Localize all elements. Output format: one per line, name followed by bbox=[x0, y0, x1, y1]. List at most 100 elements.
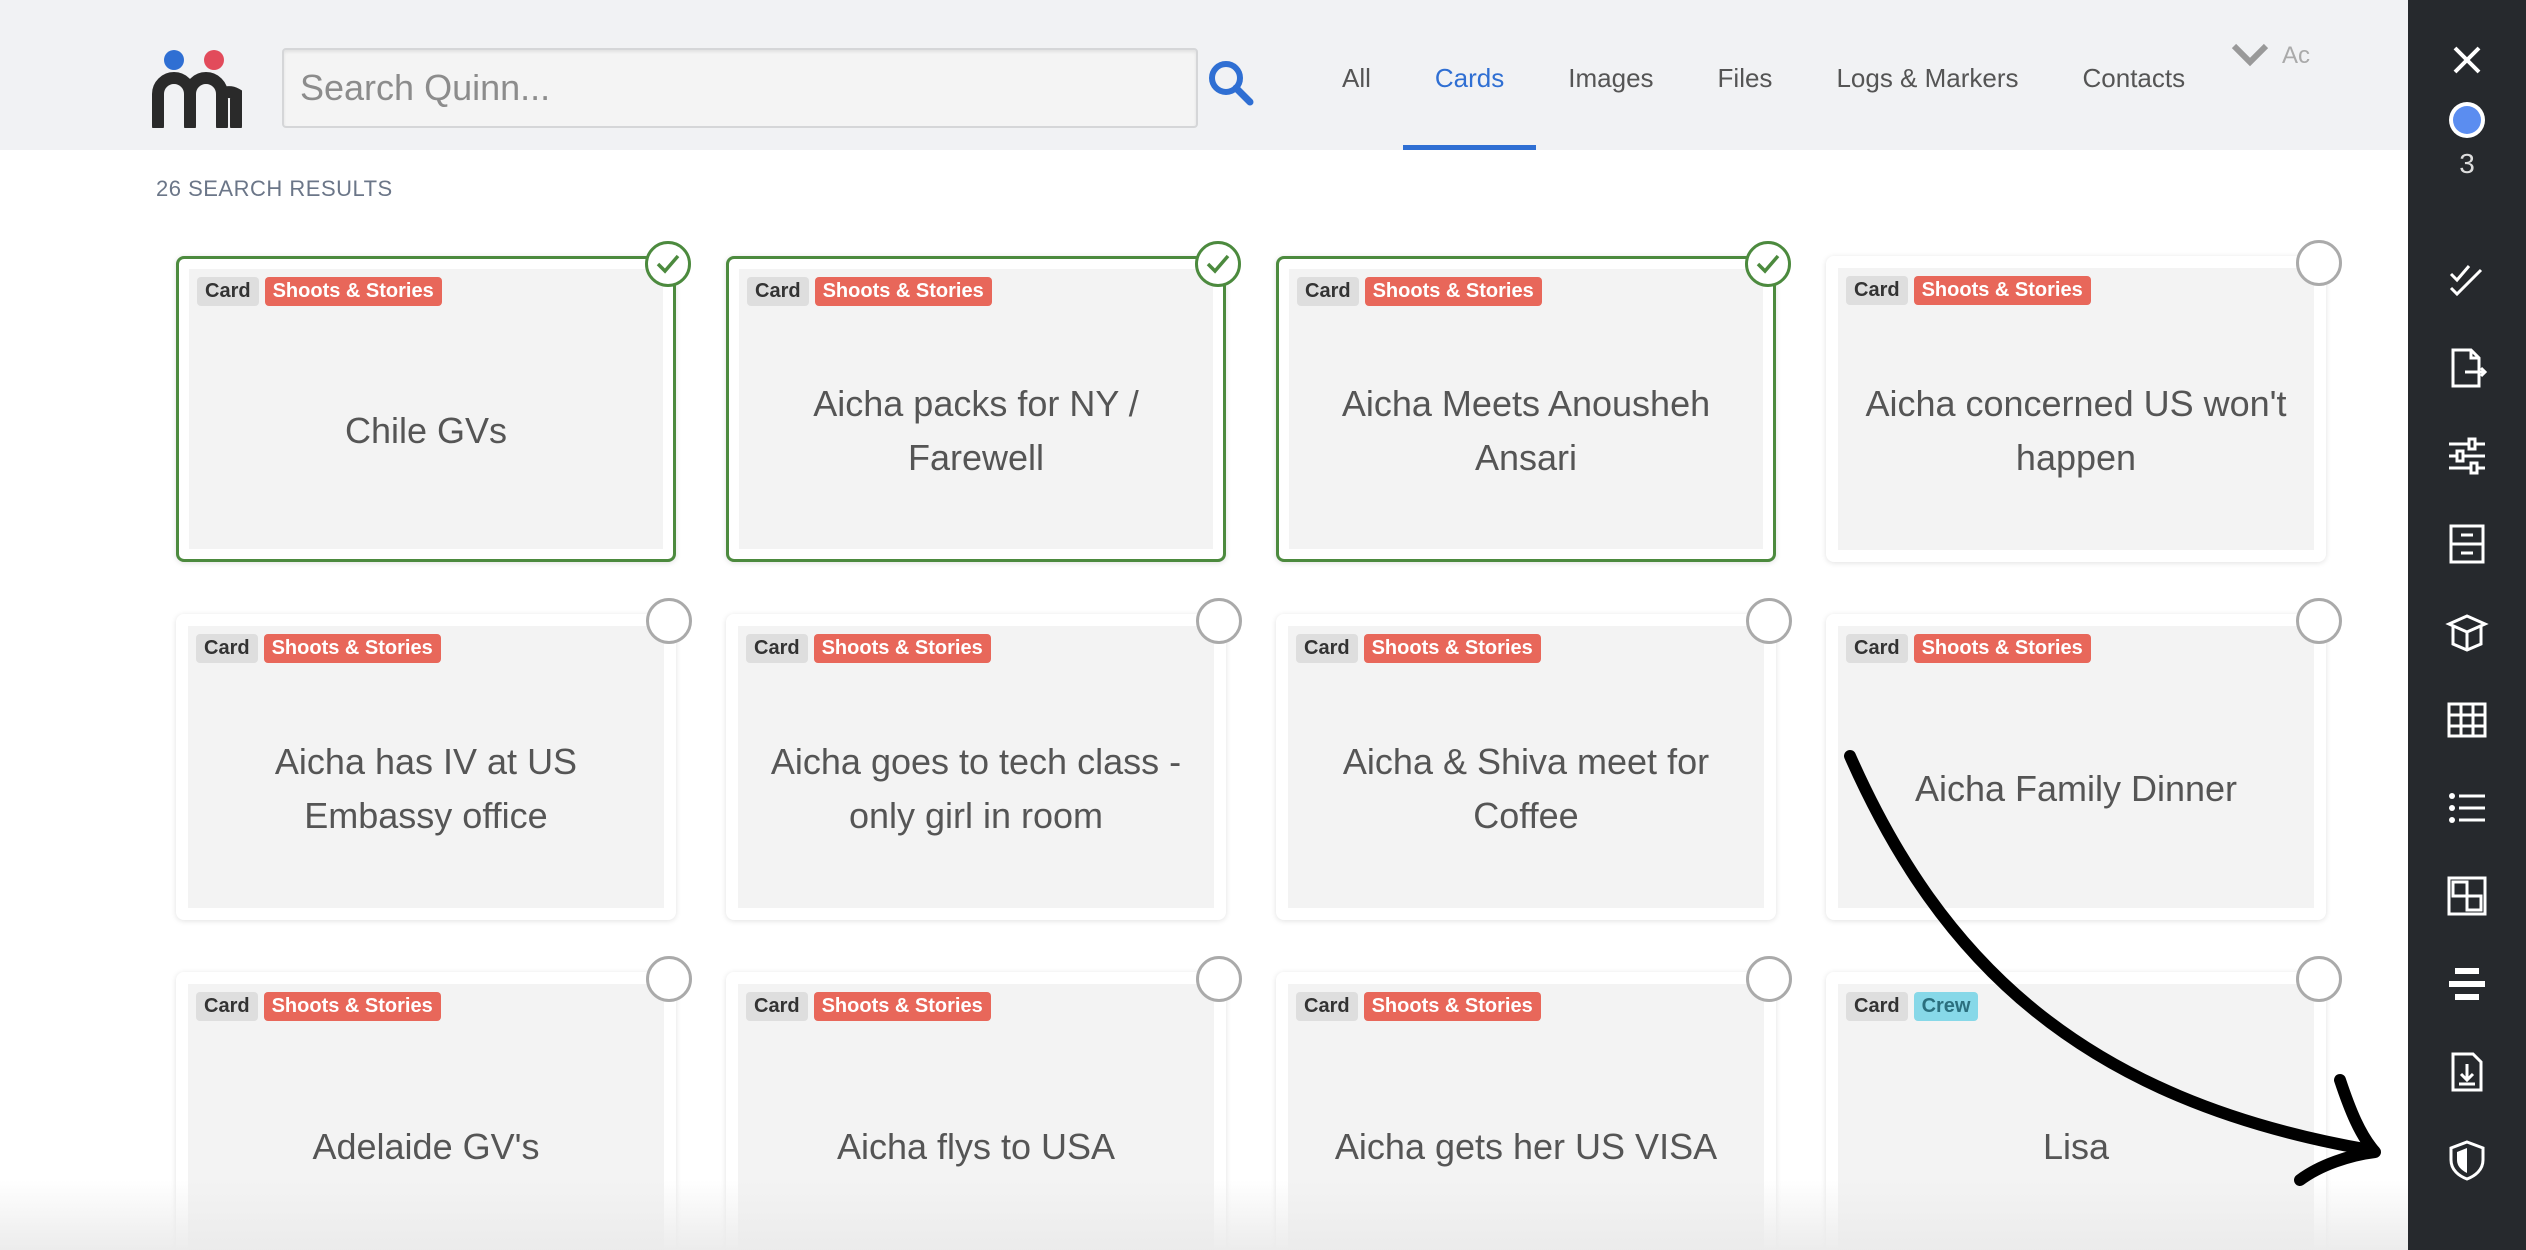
category-badge-shoots-stories: Shoots & Stories bbox=[1363, 634, 1541, 663]
board-view-button[interactable] bbox=[2408, 874, 2526, 918]
card-body: Card Shoots & Stories Aicha flys to USA bbox=[738, 984, 1214, 1250]
grid-view-button[interactable] bbox=[2408, 698, 2526, 742]
select-all-check-icon bbox=[2449, 265, 2483, 297]
align-lines-icon bbox=[2449, 968, 2485, 1000]
card-title: Aicha packs for NY / Farewell bbox=[813, 383, 1139, 478]
card-title: Adelaide GV's bbox=[312, 1126, 540, 1167]
download-button[interactable] bbox=[2408, 1050, 2526, 1094]
card-title: Aicha has IV at US Embassy office bbox=[274, 741, 578, 836]
card-body: Card Shoots & Stories Aicha concerned US w… bbox=[1838, 268, 2314, 550]
chevron-down-icon[interactable] bbox=[2230, 40, 2270, 70]
checkbox-empty-icon[interactable] bbox=[1746, 598, 1792, 644]
card-body: Card Shoots & Stories Aicha goes to tech c… bbox=[738, 626, 1214, 908]
checkbox-checked-icon[interactable] bbox=[1195, 241, 1241, 287]
search-input[interactable] bbox=[284, 50, 1196, 126]
filter-button[interactable] bbox=[2408, 434, 2526, 478]
card-title: Aicha goes to tech class - only girl in … bbox=[770, 741, 1182, 836]
annotation-arrow-icon bbox=[1844, 750, 2381, 1186]
card-tags: Card Shoots & Stories bbox=[1846, 276, 2091, 305]
archive-drawer-icon bbox=[2449, 524, 2485, 564]
tab-all[interactable]: All bbox=[1310, 0, 1403, 150]
tab-logs-markers[interactable]: Logs & Markers bbox=[1804, 0, 2050, 150]
card-tags: Card Shoots & Stories bbox=[196, 634, 441, 663]
tab-cards[interactable]: Cards bbox=[1402, 0, 1537, 150]
category-badge-shoots-stories: Shoots & Stories bbox=[263, 992, 441, 1021]
type-badge: Card bbox=[1296, 992, 1358, 1021]
filter-sliders-icon bbox=[2449, 437, 2485, 475]
archive-button[interactable] bbox=[2408, 522, 2526, 566]
card-title: Aicha & Shiva meet for Coffee bbox=[1342, 741, 1710, 836]
category-badge-shoots-stories: Shoots & Stories bbox=[1913, 634, 2091, 663]
grid-view-icon bbox=[2447, 702, 2487, 738]
close-button[interactable] bbox=[2408, 38, 2526, 82]
card-body: Card Shoots & Stories Aicha has IV at US E… bbox=[188, 626, 664, 908]
tab-contacts[interactable]: Contacts bbox=[2051, 0, 2218, 150]
selection-sidebar: 3 bbox=[2408, 0, 2526, 1250]
type-badge: Card bbox=[746, 634, 808, 663]
list-view-button[interactable] bbox=[2408, 786, 2526, 830]
type-badge: Card bbox=[196, 634, 258, 663]
type-badge: Card bbox=[1846, 634, 1908, 663]
type-badge: Card bbox=[1846, 276, 1908, 305]
search-result-card[interactable]: Card Shoots & Stories Aicha concerned US w… bbox=[1826, 240, 2342, 562]
type-badge: Card bbox=[197, 277, 259, 306]
list-view-icon bbox=[2449, 793, 2485, 823]
search-icon[interactable] bbox=[1206, 58, 1256, 108]
search-result-card[interactable]: Card Shoots & Stories Aicha has IV at US E… bbox=[176, 598, 692, 920]
search-result-card[interactable]: Card Shoots & Stories Aicha goes to tech c… bbox=[726, 598, 1242, 920]
search-result-card[interactable]: Card Shoots & Stories Aicha Meets Anousheh… bbox=[1276, 241, 1791, 562]
checkbox-empty-icon[interactable] bbox=[1196, 956, 1242, 1002]
search-result-card[interactable]: Card Shoots & Stories Chile GVs bbox=[176, 241, 691, 562]
selection-indicator[interactable] bbox=[2408, 98, 2526, 142]
card-body: Card Shoots & Stories Aicha packs for NY /… bbox=[739, 269, 1213, 549]
top-header: All Cards Images Files Logs & Markers Co… bbox=[0, 0, 2408, 150]
card-title: Aicha Meets Anousheh Ansari bbox=[1341, 383, 1711, 478]
package-button[interactable] bbox=[2408, 610, 2526, 654]
category-badge-shoots-stories: Shoots & Stories bbox=[1364, 277, 1542, 306]
checkbox-empty-icon[interactable] bbox=[2296, 598, 2342, 644]
tab-files[interactable]: Files bbox=[1686, 0, 1805, 150]
search-result-card[interactable]: Card Shoots & Stories Aicha & Shiva meet f… bbox=[1276, 598, 1792, 920]
card-body: Card Shoots & Stories Aicha Meets Anousheh… bbox=[1289, 269, 1763, 549]
search-result-card[interactable]: Card Shoots & Stories Aicha flys to USA bbox=[726, 956, 1242, 1250]
card-title: Aicha concerned US won't happen bbox=[1865, 383, 2287, 478]
select-all-button[interactable] bbox=[2408, 258, 2526, 302]
checkbox-empty-icon[interactable] bbox=[646, 956, 692, 1002]
search-result-card[interactable]: Card Shoots & Stories Aicha packs for NY /… bbox=[726, 241, 1241, 562]
download-document-icon bbox=[2451, 1052, 2483, 1092]
card-body: Card Shoots & Stories Aicha & Shiva meet f… bbox=[1288, 626, 1764, 908]
search-result-card[interactable]: Card Shoots & Stories Adelaide GV's bbox=[176, 956, 692, 1250]
category-badge-shoots-stories: Shoots & Stories bbox=[1363, 992, 1541, 1021]
card-tags: Card Shoots & Stories bbox=[1297, 277, 1542, 306]
selected-count: 3 bbox=[2459, 148, 2475, 179]
checkbox-empty-icon[interactable] bbox=[1746, 956, 1792, 1002]
export-button[interactable] bbox=[2408, 346, 2526, 390]
card-title: Aicha flys to USA bbox=[836, 1126, 1116, 1167]
checkbox-checked-icon[interactable] bbox=[645, 241, 691, 287]
card-tags: Card Shoots & Stories bbox=[1846, 634, 2091, 663]
card-tags: Card Shoots & Stories bbox=[197, 277, 442, 306]
checkbox-checked-icon[interactable] bbox=[1745, 241, 1791, 287]
search-result-card[interactable]: Card Shoots & Stories Aicha gets her US VI… bbox=[1276, 956, 1792, 1250]
search-field[interactable] bbox=[282, 48, 1198, 128]
checkbox-empty-icon[interactable] bbox=[2296, 240, 2342, 286]
gift-box-icon bbox=[2445, 614, 2489, 652]
card-title: Aicha gets her US VISA bbox=[1334, 1126, 1718, 1167]
tab-images[interactable]: Images bbox=[1536, 0, 1685, 150]
checkbox-empty-icon[interactable] bbox=[646, 598, 692, 644]
card-tags: Card Shoots & Stories bbox=[747, 277, 992, 306]
category-badge-shoots-stories: Shoots & Stories bbox=[813, 992, 991, 1021]
result-type-tabs: All Cards Images Files Logs & Markers Co… bbox=[1310, 0, 2217, 150]
account-menu-label[interactable]: Ac bbox=[2282, 42, 2310, 70]
export-document-icon bbox=[2451, 348, 2488, 388]
checkbox-empty-icon[interactable] bbox=[1196, 598, 1242, 644]
align-button[interactable] bbox=[2408, 962, 2526, 1006]
app-logo-icon[interactable] bbox=[152, 48, 242, 128]
card-tags: Card Shoots & Stories bbox=[1296, 992, 1541, 1021]
permissions-button[interactable] bbox=[2408, 1138, 2526, 1182]
close-icon bbox=[2453, 46, 2481, 74]
type-badge: Card bbox=[1296, 634, 1358, 663]
radio-selected-icon bbox=[2449, 102, 2485, 138]
card-tags: Card Shoots & Stories bbox=[196, 992, 441, 1021]
type-badge: Card bbox=[1297, 277, 1359, 306]
